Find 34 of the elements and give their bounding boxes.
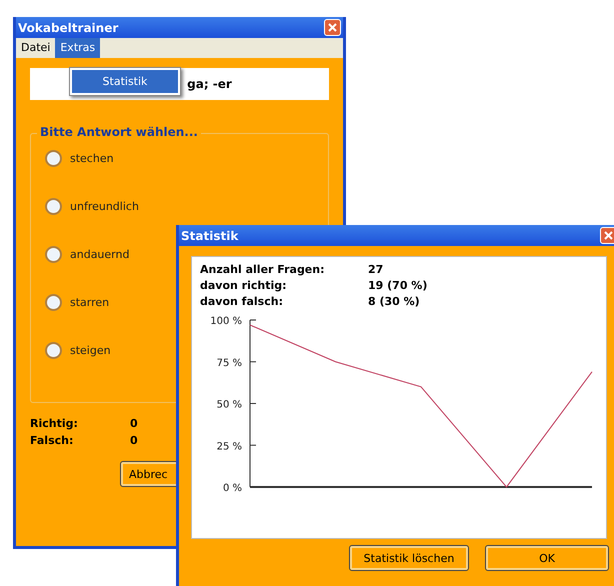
option-label: andauernd bbox=[70, 248, 130, 261]
stat-label: davon richtig: bbox=[200, 279, 288, 292]
option-label: steigen bbox=[70, 344, 111, 357]
radio-button[interactable] bbox=[45, 246, 62, 263]
radio-button[interactable] bbox=[45, 198, 62, 215]
ok-button[interactable]: OK bbox=[485, 545, 609, 571]
menu-item[interactable]: Datei bbox=[16, 38, 56, 58]
group-title: Bitte Antwort wählen... bbox=[37, 125, 201, 139]
score-value: 0 bbox=[130, 434, 139, 447]
option-label: starren bbox=[70, 296, 110, 309]
window-title: Statistik bbox=[181, 228, 238, 242]
clear-statistics-button[interactable]: Statistik löschen bbox=[349, 545, 469, 571]
option-label: stechen bbox=[70, 152, 114, 165]
y-tick-label: 75 % bbox=[216, 358, 242, 369]
stat-label: davon falsch: bbox=[200, 295, 284, 308]
window-title: Vokabeltrainer bbox=[18, 20, 118, 34]
radio-button[interactable] bbox=[45, 294, 62, 311]
y-tick-label: 50 % bbox=[216, 400, 242, 410]
score-label: Richtig: bbox=[30, 417, 79, 430]
score-value: 0 bbox=[130, 417, 139, 430]
radio-button[interactable] bbox=[45, 342, 62, 359]
radio-button[interactable] bbox=[45, 150, 62, 167]
stat-value: 19 (70 %) bbox=[368, 279, 428, 292]
stat-label: Anzahl aller Fragen: bbox=[200, 263, 326, 276]
option-label: unfreundlich bbox=[70, 200, 139, 213]
stat-value: 8 (30 %) bbox=[368, 295, 421, 308]
score-label: Falsch: bbox=[30, 434, 74, 447]
y-tick-label: 25 % bbox=[216, 441, 242, 452]
y-tick-label: 100 % bbox=[210, 316, 242, 327]
menu-item[interactable]: Statistik bbox=[72, 70, 178, 93]
close-icon[interactable] bbox=[324, 19, 341, 36]
menu-item[interactable]: Extras bbox=[55, 38, 100, 58]
close-icon[interactable] bbox=[600, 227, 614, 244]
stat-value: 27 bbox=[368, 263, 384, 276]
